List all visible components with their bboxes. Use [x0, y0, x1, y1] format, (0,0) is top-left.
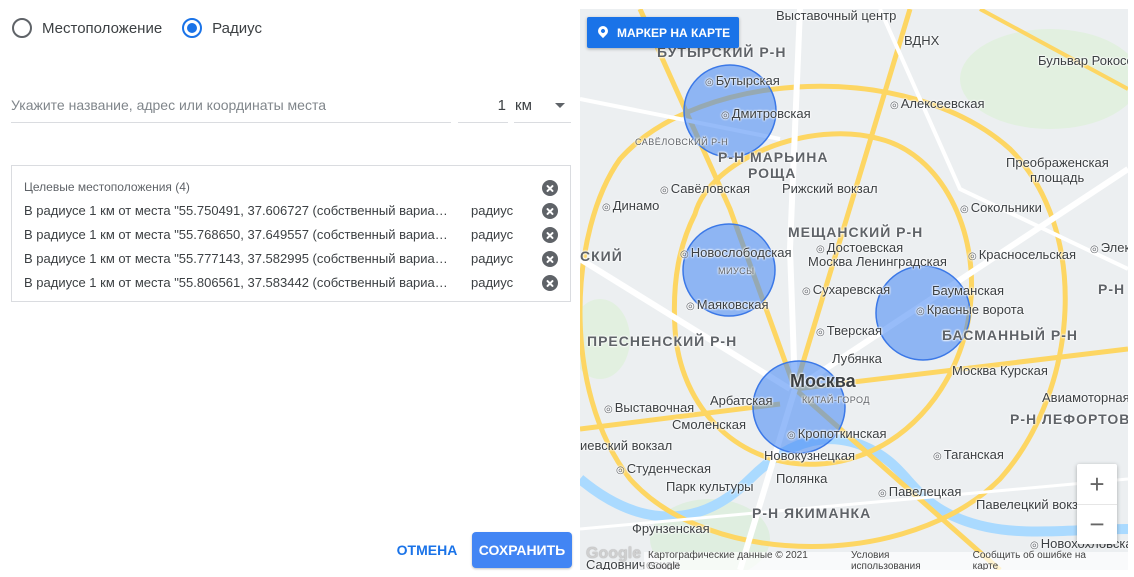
map-label: Бульвар Рокоссо — [1038, 53, 1128, 68]
target-mode-group: Местоположение Радиус — [12, 16, 282, 40]
place-search-input[interactable] — [11, 88, 451, 123]
map-label: Дмитровская — [721, 106, 811, 121]
target-location-row: В радиусе 1 км от места "55.806561, 37.5… — [24, 273, 559, 291]
map-label: Р-Н ЛЕФОРТОВО — [1010, 411, 1128, 427]
map-label: Савёловская — [660, 181, 750, 196]
target-location-label: В радиусе 1 км от места "55.777143, 37.5… — [24, 250, 454, 266]
zoom-out-button[interactable]: − — [1077, 504, 1117, 544]
map-label: иевский вокзал — [580, 438, 673, 453]
zoom-control: + − — [1077, 464, 1117, 544]
cancel-button[interactable]: ОТМЕНА — [392, 532, 462, 568]
clear-all-icon[interactable] — [542, 180, 558, 196]
map-view[interactable]: Выставочный центр ВДНХ БУТЫРСКИЙ Р-Н Бут… — [580, 9, 1128, 570]
target-location-label: В радиусе 1 км от места "55.806561, 37.5… — [24, 274, 454, 290]
map-label: ПРЕСНЕНСКИЙ Р-Н — [587, 333, 738, 349]
chevron-down-icon — [555, 102, 565, 108]
map-label: Алексеевская — [890, 96, 985, 111]
target-location-row: В радиусе 1 км от места "55.777143, 37.5… — [24, 249, 559, 267]
map-label: Полянка — [776, 471, 828, 486]
map-label: Бауманская — [932, 283, 1005, 298]
map-label: Павелецкий вокзал — [976, 497, 1093, 512]
map-label: Сухаревская — [802, 282, 890, 297]
location-radio-option[interactable]: Местоположение — [12, 18, 162, 38]
target-location-label: В радиусе 1 км от места "55.750491, 37.6… — [24, 202, 454, 218]
map-label: СКИЙ — [580, 248, 623, 264]
remove-location-icon[interactable] — [542, 275, 558, 291]
target-location-row: В радиусе 1 км от места "55.768650, 37.6… — [24, 225, 559, 243]
location-radio-label: Местоположение — [42, 19, 163, 37]
location-radio[interactable] — [12, 18, 32, 38]
target-location-row: В радиусе 1 км от места "55.750491, 37.6… — [24, 201, 559, 219]
remove-location-icon[interactable] — [542, 227, 558, 243]
map-label: Смоленская — [672, 417, 747, 432]
map-label: БАСМАННЫЙ Р-Н — [942, 327, 1078, 343]
map-label: Новослободская — [680, 245, 792, 260]
map-label: Красносельская — [968, 247, 1076, 262]
target-locations-header: Целевые местоположения (4) — [24, 180, 190, 194]
map-label: Москва — [790, 371, 856, 391]
map-label: Сокольники — [960, 200, 1042, 215]
map-marker-button[interactable]: МАРКЕР НА КАРТЕ — [587, 17, 740, 48]
map-label: Р-Н ЯКИМАНКА — [752, 505, 872, 521]
target-locations-panel: Целевые местоположения (4) В радиусе 1 к… — [11, 165, 571, 302]
map-attribution-bar: Картографические данные © 2021 Google Ус… — [644, 550, 1128, 570]
map-label: Павелецкая — [878, 484, 962, 499]
map-label: Рижский вокзал — [782, 181, 878, 196]
target-location-kind: радиус — [471, 250, 514, 266]
map-label: Парк культуры — [666, 479, 754, 494]
map-label: Элект — [1090, 240, 1128, 255]
remove-location-icon[interactable] — [542, 251, 558, 267]
map-label: Авиамоторная — [1042, 390, 1128, 405]
map-label: МИУСЫ — [718, 266, 755, 276]
radius-value-input[interactable] — [458, 88, 508, 123]
map-label: Лубянка — [832, 351, 882, 366]
target-location-kind: радиус — [471, 274, 514, 290]
map-label: площадь — [1030, 170, 1085, 185]
map-label: Кропоткинская — [787, 426, 887, 441]
map-label: Фрунзенская — [632, 521, 710, 536]
plus-icon: + — [1089, 468, 1105, 499]
map-label: Бутырская — [705, 73, 780, 88]
zoom-in-button[interactable]: + — [1077, 464, 1117, 504]
map-label: САВЁЛОВСКИЙ Р-Н — [635, 137, 729, 147]
terms-link[interactable]: Условия использования — [851, 550, 959, 570]
radius-radio-label: Радиус — [212, 19, 262, 37]
radius-radio-option[interactable]: Радиус — [182, 18, 262, 38]
map-pin-icon — [595, 23, 611, 39]
map-label: Преображенская — [1006, 155, 1109, 170]
target-location-label: В радиусе 1 км от места "55.768650, 37.6… — [24, 226, 454, 242]
map-label: Выставочный центр — [776, 9, 897, 23]
map-label: Р-Н — [1098, 281, 1126, 297]
map-label: Москва Курская — [952, 363, 1048, 378]
target-location-kind: радиус — [471, 202, 514, 218]
remove-location-icon[interactable] — [542, 203, 558, 219]
map-label: Новокузнецкая — [764, 448, 855, 463]
map-label: Арбатская — [710, 393, 773, 408]
map-data-attribution: Картографические данные © 2021 Google — [648, 550, 808, 570]
map-label: РОЩА — [748, 165, 797, 181]
map-label: Р-Н МАРЬИНА — [718, 149, 829, 165]
map-marker-label: МАРКЕР НА КАРТЕ — [617, 25, 731, 40]
map-label: Студенческая — [616, 461, 711, 476]
map-label: Динамо — [602, 198, 660, 213]
map-label: Тверская — [816, 323, 882, 338]
radius-radio[interactable] — [182, 18, 203, 38]
target-location-kind: радиус — [471, 226, 514, 242]
map-label: Достоевская — [816, 240, 903, 255]
map-label: КИТАЙ-ГОРОД — [802, 395, 870, 405]
map-label: Таганская — [933, 447, 1004, 462]
radius-unit-value: км — [515, 96, 532, 114]
map-label: Маяковская — [686, 297, 769, 312]
map-label: Красные ворота — [916, 302, 1024, 317]
report-error-link[interactable]: Сообщить об ошибке на карте — [973, 550, 1110, 570]
map-label: Выставочная — [604, 400, 694, 415]
map-label: ВДНХ — [904, 33, 940, 48]
save-button[interactable]: СОХРАНИТЬ — [472, 532, 572, 568]
google-logo: Google — [586, 545, 642, 562]
minus-icon: − — [1089, 509, 1105, 539]
map-label: Москва Ленинградская — [808, 254, 947, 269]
map-label: МЕЩАНСКИЙ Р-Н — [788, 224, 924, 240]
radius-unit-select[interactable]: км — [514, 88, 571, 123]
